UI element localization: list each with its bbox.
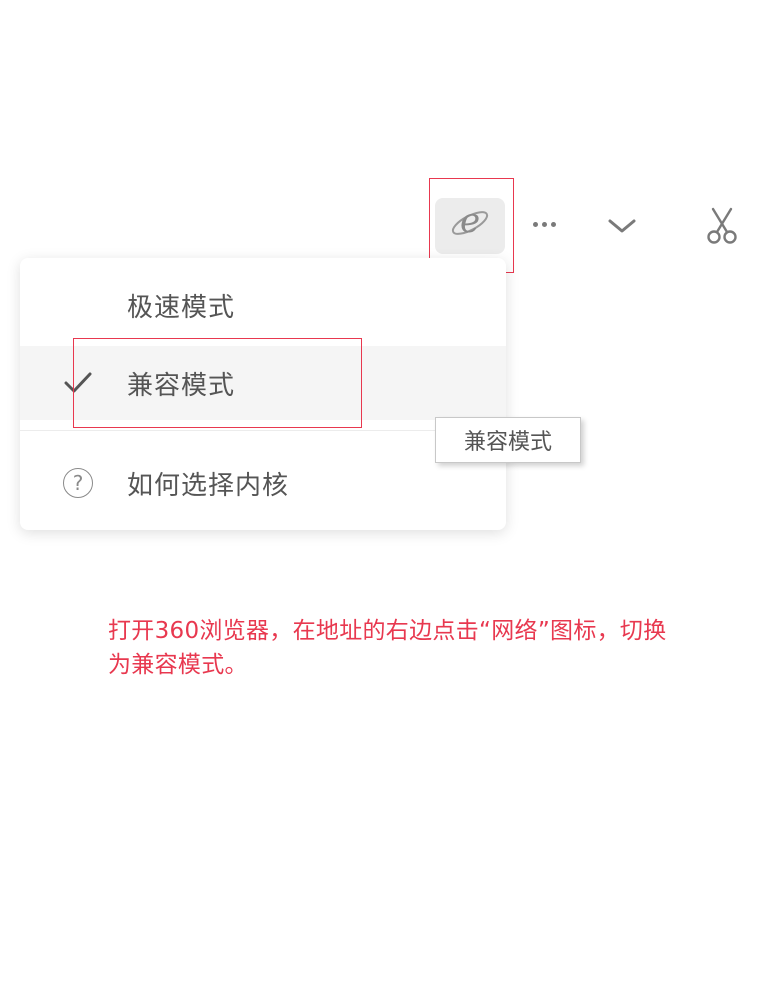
ie-compat-mode-button[interactable]: e	[435, 198, 505, 254]
menu-divider	[20, 430, 506, 431]
menu-item-compat-mode[interactable]: 兼容模式	[20, 346, 506, 420]
dropdown-button[interactable]	[602, 206, 642, 246]
checkmark-icon	[58, 363, 98, 403]
ie-icon: e	[448, 199, 492, 250]
menu-item-label: 极速模式	[127, 292, 236, 323]
more-button[interactable]	[524, 206, 564, 242]
menu-item-speed-mode[interactable]: 极速模式	[20, 268, 506, 342]
menu-item-how-to-choose-kernel[interactable]: ? 如何选择内核	[20, 446, 506, 520]
help-circle-icon: ?	[58, 463, 98, 503]
more-dots-icon	[532, 221, 556, 227]
screenshot-scissors-button[interactable]	[702, 206, 742, 246]
tooltip: 兼容模式	[435, 417, 581, 463]
chevron-down-icon	[608, 219, 636, 233]
menu-item-label: 兼容模式	[127, 370, 236, 401]
instruction-text: 打开360浏览器，在地址的右边点击“网络”图标，切换 为兼容模式。	[108, 614, 768, 682]
kernel-mode-menu: 极速模式 兼容模式 ? 如何选择内核	[20, 258, 506, 530]
instruction-line-2: 为兼容模式。	[108, 652, 248, 678]
scissors-icon	[707, 207, 737, 244]
instruction-line-1: 打开360浏览器，在地址的右边点击“网络”图标，切换	[108, 618, 667, 644]
menu-item-label: 如何选择内核	[127, 470, 290, 501]
svg-text:e: e	[460, 201, 480, 241]
